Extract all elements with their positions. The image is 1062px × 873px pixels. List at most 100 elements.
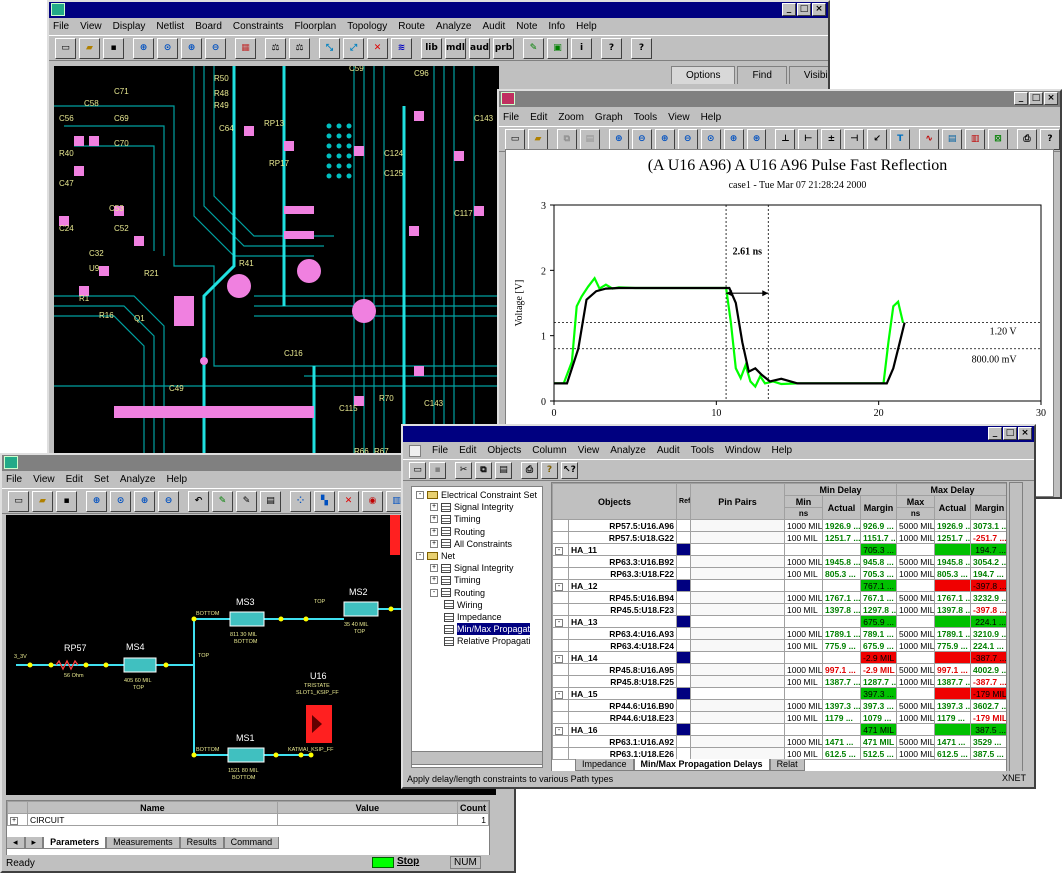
expand-icon[interactable]: +: [430, 503, 438, 512]
table-row[interactable]: RP45.8:U18.F25 100 MIL 1387.7 ... 1287.7 ..…: [552, 675, 1006, 688]
ref-header[interactable]: Ref: [676, 483, 692, 520]
lib-button[interactable]: lib: [421, 37, 442, 59]
menu-route[interactable]: Route: [398, 21, 425, 32]
constraints-icon[interactable]: ⚖: [265, 37, 286, 59]
table-row[interactable]: RP45.5:U16.B94 1000 MIL 1767.1 ... 767.1 ..…: [552, 591, 1006, 604]
tree-item[interactable]: Wiring: [444, 599, 483, 611]
zoom-in-icon[interactable]: ⊕: [133, 37, 154, 59]
zoom-window-icon[interactable]: ⊕: [134, 490, 155, 512]
objects-header[interactable]: Objects: [552, 483, 678, 520]
table-row[interactable]: RP63.4:U18.F24 100 MIL 775.9 ... 675.9 ... 1…: [552, 639, 1006, 652]
menu-analyze[interactable]: Analyze: [610, 445, 646, 456]
tab-measurements[interactable]: Measurements: [106, 837, 180, 849]
menu-view[interactable]: View: [33, 474, 55, 485]
route-icon[interactable]: ⤡: [319, 37, 340, 59]
table-row[interactable]: RP63.3:U18.F22 100 MIL 805.3 ... 705.3 ... 1…: [552, 567, 1006, 580]
open-icon[interactable]: ▰: [527, 128, 548, 150]
tree-item[interactable]: + All Constraints: [430, 538, 512, 550]
parameters-icon[interactable]: ▤: [260, 490, 281, 512]
table-icon[interactable]: ⊠: [988, 128, 1009, 150]
tab-relative[interactable]: Relat: [769, 759, 805, 771]
collapse-icon[interactable]: -: [555, 547, 563, 555]
menu-note[interactable]: Note: [516, 21, 537, 32]
collapse-icon[interactable]: -: [552, 723, 569, 736]
value-header[interactable]: Value: [276, 801, 459, 814]
menu-view[interactable]: View: [80, 21, 102, 32]
zoom-fit-icon[interactable]: ⊙: [110, 490, 131, 512]
zoom-out-icon[interactable]: ⊖: [158, 490, 179, 512]
expand-icon[interactable]: -: [416, 491, 424, 499]
board-icon[interactable]: ▣: [547, 37, 568, 59]
edit-icon[interactable]: ✎: [236, 490, 257, 512]
tree-item[interactable]: Impedance: [444, 611, 502, 623]
menu-file[interactable]: File: [432, 445, 448, 456]
max-margin-header[interactable]: Margin: [970, 495, 1006, 520]
context-help-icon[interactable]: ?: [631, 37, 652, 59]
menu-tools[interactable]: Tools: [634, 112, 657, 123]
expand-icon[interactable]: +: [430, 539, 438, 548]
menu-info[interactable]: Info: [548, 21, 565, 32]
table-row[interactable]: RP45.8:U16.A95 1000 MIL 997.1 ... -2.9 MIL 5…: [552, 663, 1006, 676]
minimize-icon[interactable]: _: [988, 427, 1002, 440]
balance-icon[interactable]: ⚖: [289, 37, 310, 59]
delete-icon[interactable]: ✕: [338, 490, 359, 512]
maximize-icon[interactable]: □: [1029, 92, 1043, 105]
menu-edit[interactable]: Edit: [459, 445, 476, 456]
minimize-icon[interactable]: _: [1014, 92, 1028, 105]
spectrum-icon[interactable]: ▥: [965, 128, 986, 150]
menu-netlist[interactable]: Netlist: [156, 21, 184, 32]
waveform-icon[interactable]: ∿: [919, 128, 940, 150]
new-icon[interactable]: ▭: [55, 37, 76, 59]
menu-graph[interactable]: Graph: [595, 112, 623, 123]
cursor-left-icon[interactable]: ⊢: [798, 128, 819, 150]
collapse-icon[interactable]: -: [552, 579, 569, 592]
group-row[interactable]: - HA_15 397.3 ... -179 MIL: [552, 687, 1006, 700]
max-header[interactable]: Max: [896, 495, 936, 508]
menu-zoom[interactable]: Zoom: [558, 112, 584, 123]
save-icon[interactable]: ▪: [56, 490, 77, 512]
zoom-area-icon[interactable]: ⊛: [746, 128, 767, 150]
tab-command[interactable]: Command: [223, 837, 280, 849]
tab-min-max-propagation-delays[interactable]: Min/Max Propagation Delays: [633, 759, 770, 771]
expand-icon[interactable]: +: [430, 576, 438, 585]
menu-topology[interactable]: Topology: [347, 21, 387, 32]
menu-column[interactable]: Column: [532, 445, 566, 456]
menu-view[interactable]: View: [668, 112, 690, 123]
collapse-icon[interactable]: -: [555, 619, 563, 627]
group-row[interactable]: - HA_14 -2.9 MIL -387.7 ...: [552, 651, 1006, 664]
place-icon[interactable]: ▚: [314, 490, 335, 512]
menu-help[interactable]: Help: [772, 445, 793, 456]
window-icon[interactable]: ▭: [409, 461, 426, 479]
zoom-out-icon[interactable]: ⊖: [631, 128, 652, 150]
text-icon[interactable]: T: [890, 128, 911, 150]
help-icon[interactable]: ?: [601, 37, 622, 59]
table-row[interactable]: RP57.5:U16.A96 1000 MIL 1926.9 ... 926.9 ..…: [552, 519, 1006, 532]
tree-item[interactable]: Relative Propagati: [444, 635, 531, 647]
collapse-icon[interactable]: -: [552, 543, 569, 556]
waveform-title-bar[interactable]: _ □ ×: [499, 91, 1060, 107]
table-row[interactable]: RP63.3:U16.B92 1000 MIL 1945.8 ... 945.8 ..…: [552, 555, 1006, 568]
pin-pairs-header[interactable]: Pin Pairs: [690, 483, 786, 520]
group-row[interactable]: - HA_16 471 MIL 387.5 ...: [552, 723, 1006, 736]
probe-icon[interactable]: ✎: [523, 37, 544, 59]
paste-icon[interactable]: ▤: [495, 461, 512, 479]
measure-icon[interactable]: ↙: [867, 128, 888, 150]
probe-icon[interactable]: ✎: [212, 490, 233, 512]
menu-file[interactable]: File: [503, 112, 519, 123]
mdl-button[interactable]: mdl: [445, 37, 466, 59]
open-icon[interactable]: ▰: [32, 490, 53, 512]
zoom-in-icon[interactable]: ⊕: [608, 128, 629, 150]
group-row[interactable]: - HA_13 675.9 ... 224.1 ...: [552, 615, 1006, 628]
zoom-out-icon[interactable]: ⊖: [205, 37, 226, 59]
expand-icon[interactable]: -: [430, 588, 438, 597]
table-vscrollbar[interactable]: [1009, 482, 1023, 782]
open-icon[interactable]: ▰: [79, 37, 100, 59]
collapse-icon[interactable]: -: [552, 615, 569, 628]
close-icon[interactable]: ×: [1044, 92, 1058, 105]
menu-audit[interactable]: Audit: [482, 21, 505, 32]
menu-file[interactable]: File: [6, 474, 22, 485]
undo-icon[interactable]: ↶: [188, 490, 209, 512]
collapse-icon[interactable]: -: [552, 651, 569, 664]
save-icon[interactable]: ▪: [429, 461, 446, 479]
min-margin-header[interactable]: Margin: [860, 495, 898, 520]
